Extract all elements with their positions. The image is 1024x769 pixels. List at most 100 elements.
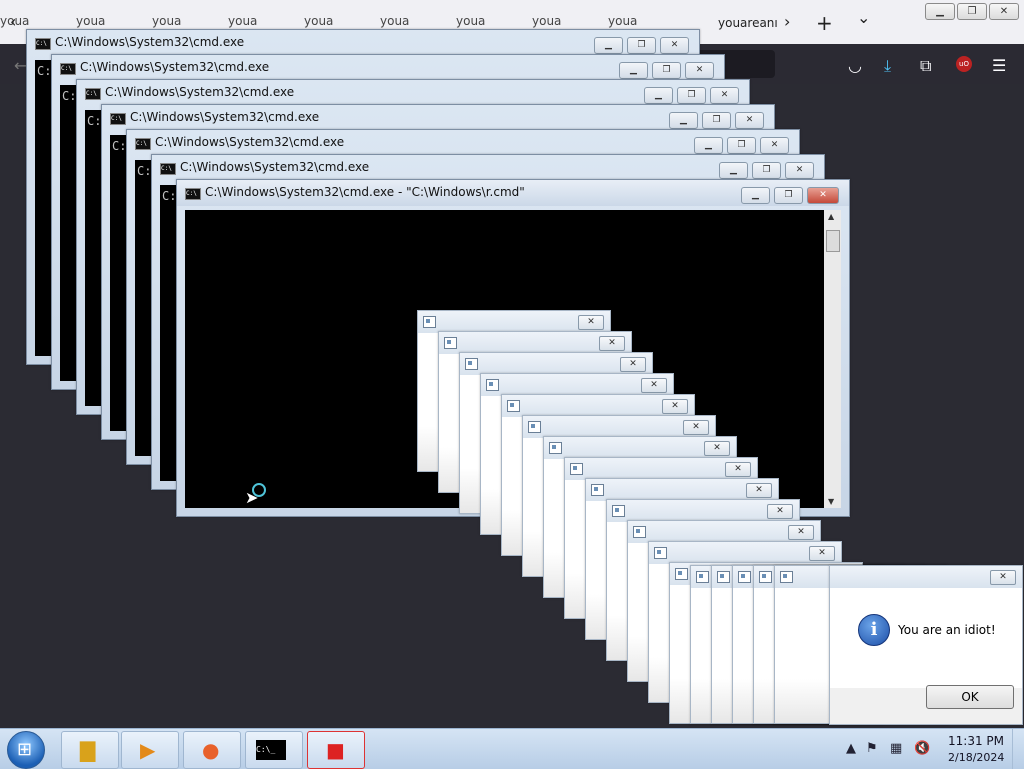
show-desktop-button[interactable] (1012, 729, 1024, 769)
minimize-button[interactable]: ▁ (594, 37, 623, 54)
taskbar-firefox[interactable]: ● (183, 731, 241, 769)
browser-minimize-button[interactable]: ▁ (925, 3, 955, 20)
close-button[interactable]: ✕ (767, 504, 793, 519)
tab-youa-9[interactable]: youa (608, 14, 684, 28)
console-prompt: C: (137, 164, 152, 178)
maximize-button[interactable]: ❐ (677, 87, 706, 104)
show-hidden-icons-icon[interactable]: ▲ (846, 741, 856, 756)
minimize-button[interactable]: ▁ (619, 62, 648, 79)
minimize-button[interactable]: ▁ (644, 87, 673, 104)
close-button[interactable]: ✕ (641, 378, 667, 393)
tab-scroll-left-icon[interactable]: ‹ (10, 12, 16, 31)
minimize-button[interactable]: ▁ (741, 187, 770, 204)
taskbar-media-player[interactable]: ▶ (121, 731, 179, 769)
taskbar-active-app[interactable]: ■ (307, 731, 365, 769)
message-box-titlebar[interactable]: ✕ (418, 311, 610, 333)
message-content (830, 588, 1022, 688)
cmd-title: C:\Windows\System32\cmd.exe (155, 135, 345, 149)
close-button[interactable]: ✕ (809, 546, 835, 561)
download-icon[interactable]: ⤓ (884, 56, 891, 76)
close-button[interactable]: ✕ (788, 525, 814, 540)
network-icon[interactable]: ▦ (890, 741, 902, 756)
maximize-button[interactable]: ❐ (652, 62, 681, 79)
maximize-button[interactable]: ❐ (752, 162, 781, 179)
clock-time[interactable]: 11:31 PM (948, 734, 1004, 748)
message-box-titlebar[interactable]: ✕ (544, 437, 736, 459)
maximize-button[interactable]: ❐ (702, 112, 731, 129)
message-box-titlebar[interactable]: ✕ (502, 395, 694, 417)
close-button[interactable]: ✕ (578, 315, 604, 330)
console-scrollbar[interactable]: ▲ ▼ (824, 210, 841, 508)
tab-youa-3[interactable]: youa (152, 14, 228, 28)
message-box-titlebar[interactable]: ✕ (586, 479, 778, 501)
message-box-titlebar[interactable]: ✕ (439, 332, 631, 354)
scroll-up-icon[interactable]: ▲ (828, 212, 834, 221)
tab-scroll-right-icon[interactable]: › (784, 12, 790, 31)
close-button[interactable]: ✕ (683, 420, 709, 435)
close-button[interactable]: ✕ (990, 570, 1016, 585)
message-box-front[interactable]: ✕ i You are an idiot! OK (829, 565, 1023, 725)
minimize-button[interactable]: ▁ (694, 137, 723, 154)
message-box-titlebar[interactable]: ✕ (523, 416, 715, 438)
tab-youa-7[interactable]: youa (456, 14, 532, 28)
close-button[interactable]: ✕ (662, 399, 688, 414)
menu-icon[interactable]: ☰ (992, 56, 1006, 75)
close-button[interactable]: ✕ (760, 137, 789, 154)
maximize-button[interactable]: ❐ (627, 37, 656, 54)
maximize-button[interactable]: ❐ (774, 187, 803, 204)
close-button[interactable]: ✕ (599, 336, 625, 351)
close-button[interactable]: ✕ (746, 483, 772, 498)
scroll-thumb[interactable] (826, 230, 840, 252)
tab-youa-4[interactable]: youa (228, 14, 304, 28)
pocket-icon[interactable]: ◡ (848, 56, 862, 75)
close-button[interactable]: ✕ (785, 162, 814, 179)
close-button[interactable]: ✕ (710, 87, 739, 104)
close-button[interactable]: ✕ (704, 441, 730, 456)
browser-restore-button[interactable]: ❐ (957, 3, 987, 20)
extensions-icon[interactable]: ⧉ (920, 56, 931, 76)
cmd-titlebar[interactable]: C:\ C:\Windows\System32\cmd.exe ▁ ❐ ✕ (152, 155, 824, 181)
message-box-titlebar[interactable]: ✕ (649, 542, 841, 564)
message-box-titlebar[interactable]: ✕ (481, 374, 673, 396)
window-icon (465, 358, 478, 370)
close-button[interactable]: ✕ (725, 462, 751, 477)
minimize-button[interactable]: ▁ (669, 112, 698, 129)
cmd-icon: C:\ (110, 113, 126, 125)
close-button[interactable]: ✕ (807, 187, 839, 204)
tab-youa-5[interactable]: youa (304, 14, 380, 28)
new-tab-icon[interactable]: + (816, 11, 833, 35)
close-button[interactable]: ✕ (685, 62, 714, 79)
tab-list-icon[interactable]: ⌄ (857, 8, 870, 27)
cmd-titlebar[interactable]: C:\ C:\Windows\System32\cmd.exe ▁ ❐ ✕ (77, 80, 749, 106)
clock-date[interactable]: 2/18/2024 (948, 751, 1004, 764)
message-box-titlebar[interactable]: ✕ (628, 521, 820, 543)
tab-youa-2[interactable]: youa (76, 14, 152, 28)
scroll-down-icon[interactable]: ▼ (828, 497, 834, 506)
message-box-titlebar[interactable]: ✕ (460, 353, 652, 375)
ok-button[interactable]: OK (926, 685, 1014, 709)
action-center-flag-icon[interactable]: ⚑ (866, 741, 878, 756)
close-button[interactable]: ✕ (735, 112, 764, 129)
taskbar-explorer[interactable]: ▇ (61, 731, 119, 769)
browser-close-button[interactable]: ✕ (989, 3, 1019, 20)
tab-youa-6[interactable]: youa (380, 14, 456, 28)
taskbar: ⊞ ▇ ▶ ● C:\_ ■ ▲ ⚑ ▦ 🔇 11:31 PM 2/18/202… (0, 728, 1024, 769)
cmd-titlebar[interactable]: C:\ C:\Windows\System32\cmd.exe ▁ ❐ ✕ (102, 105, 774, 131)
ublock-icon[interactable]: uO (956, 56, 972, 72)
taskbar-cmd[interactable]: C:\_ (245, 731, 303, 769)
volume-muted-icon[interactable]: 🔇 (914, 741, 930, 756)
minimize-button[interactable]: ▁ (719, 162, 748, 179)
active-tab[interactable]: youareanı (718, 16, 778, 30)
maximize-button[interactable]: ❐ (727, 137, 756, 154)
cmd-titlebar[interactable]: C:\ C:\Windows\System32\cmd.exe ▁ ❐ ✕ (52, 55, 724, 81)
message-box-titlebar[interactable]: ✕ (830, 566, 1022, 588)
tab-youa-8[interactable]: youa (532, 14, 608, 28)
message-box-titlebar[interactable]: ✕ (607, 500, 799, 522)
close-button[interactable]: ✕ (660, 37, 689, 54)
cmd-front-titlebar[interactable]: C:\ C:\Windows\System32\cmd.exe - "C:\Wi… (177, 180, 849, 206)
close-button[interactable]: ✕ (620, 357, 646, 372)
cmd-titlebar[interactable]: C:\ C:\Windows\System32\cmd.exe ▁ ❐ ✕ (127, 130, 799, 156)
cmd-titlebar[interactable]: C:\ C:\Windows\System32\cmd.exe ▁ ❐ ✕ (27, 30, 699, 56)
start-button[interactable]: ⊞ (7, 731, 45, 769)
message-box-titlebar[interactable]: ✕ (565, 458, 757, 480)
